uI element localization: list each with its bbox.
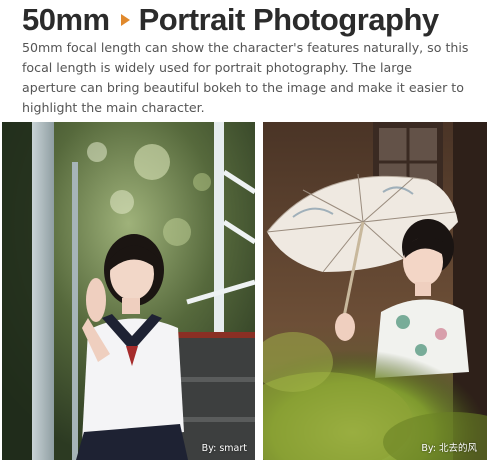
sample-photo-umbrella: By: 北去的风 — [263, 122, 487, 460]
photo-credit: By: smart — [201, 443, 247, 454]
schoolgirl-photo-image — [2, 122, 255, 460]
section-header: 50mm Portrait Photography — [22, 0, 439, 40]
focal-length-label: 50mm — [22, 2, 110, 37]
photo-credit: By: 北去的风 — [421, 443, 477, 454]
sample-photo-schoolgirl: By: smart — [2, 122, 255, 460]
section-title: Portrait Photography — [138, 2, 440, 37]
description-text: 50mm focal length can show the character… — [22, 40, 469, 115]
umbrella-photo-image — [263, 122, 487, 460]
play-arrow-icon — [120, 14, 130, 26]
